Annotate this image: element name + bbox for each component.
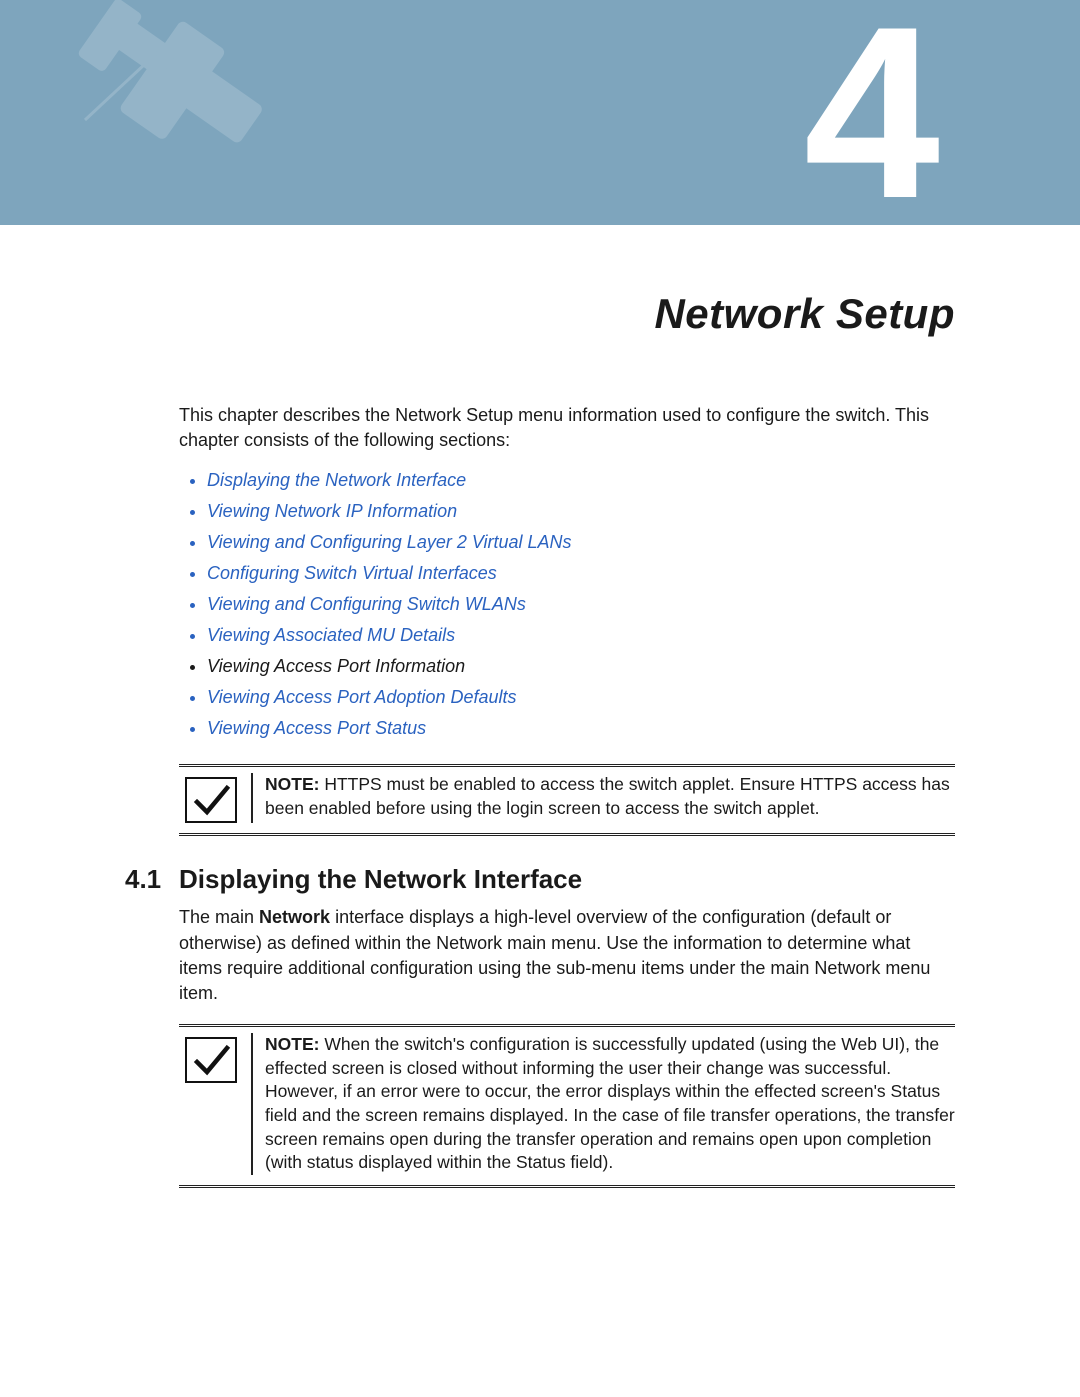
intro-paragraph: This chapter describes the Network Setup… <box>179 403 955 453</box>
section-4-1-body: The main Network interface displays a hi… <box>179 905 955 1006</box>
section-link[interactable]: Viewing Network IP Information <box>207 498 955 525</box>
section-link[interactable]: Configuring Switch Virtual Interfaces <box>207 560 955 587</box>
sections-list: Displaying the Network Interface Viewing … <box>185 467 955 742</box>
note-text-2: NOTE: When the switch's configuration is… <box>265 1033 955 1175</box>
note-block-2: NOTE: When the switch's configuration is… <box>179 1024 955 1188</box>
section-4-1-heading-row: 4.1 Displaying the Network Interface <box>125 864 955 895</box>
section-link[interactable]: Viewing Associated MU Details <box>207 622 955 649</box>
section-heading: Displaying the Network Interface <box>179 864 582 895</box>
note-body: HTTPS must be enabled to access the swit… <box>265 774 950 818</box>
checkmark-icon <box>185 1037 237 1083</box>
section-link[interactable]: Viewing and Configuring Layer 2 Virtual … <box>207 529 955 556</box>
note-label: NOTE: <box>265 1034 319 1054</box>
note-text-1: NOTE: HTTPS must be enabled to access th… <box>265 773 955 820</box>
section-body-keyword: Network <box>259 907 330 927</box>
checkmark-icon <box>185 777 237 823</box>
chapter-title: Network Setup <box>125 290 955 338</box>
section-link[interactable]: Viewing Access Port Adoption Defaults <box>207 684 955 711</box>
note-body: When the switch's configuration is succe… <box>265 1034 955 1172</box>
page-content: Network Setup This chapter describes the… <box>0 225 1080 1188</box>
note-label: NOTE: <box>265 774 319 794</box>
chapter-number: 4 <box>804 0 940 225</box>
section-body-pre: The main <box>179 907 259 927</box>
note-block-1: NOTE: HTTPS must be enabled to access th… <box>179 764 955 836</box>
section-link[interactable]: Displaying the Network Interface <box>207 467 955 494</box>
section-link: Viewing Access Port Information <box>207 653 955 680</box>
section-link[interactable]: Viewing and Configuring Switch WLANs <box>207 591 955 618</box>
section-number: 4.1 <box>125 864 179 895</box>
banner-decoration-icon <box>50 0 310 225</box>
chapter-banner: 4 <box>0 0 1080 225</box>
section-link[interactable]: Viewing Access Port Status <box>207 715 955 742</box>
